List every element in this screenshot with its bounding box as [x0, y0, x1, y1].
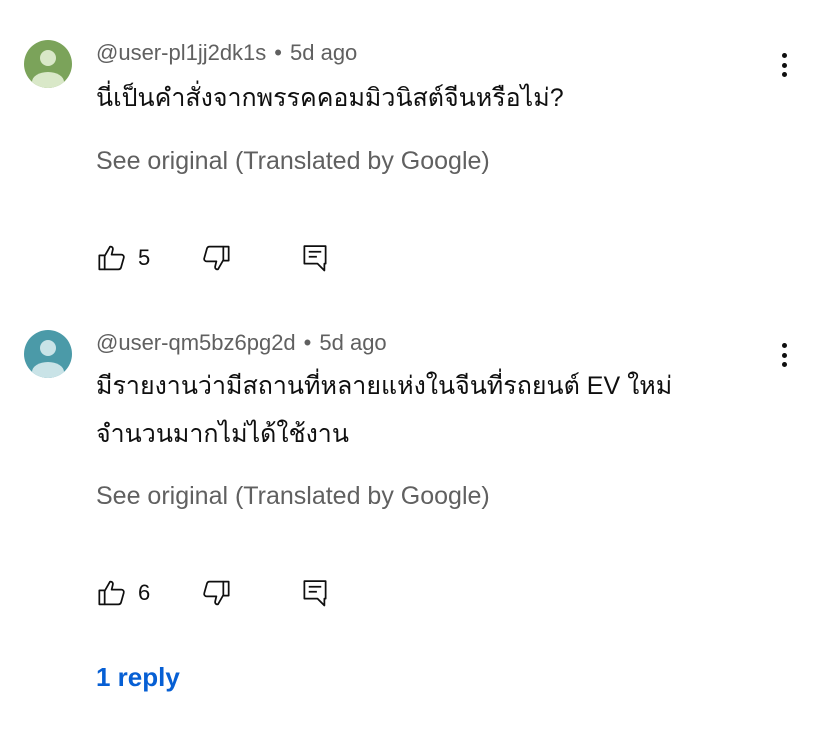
comment-text-line: นี่เป็นคำสั่งจากพรรคคอมมิวนิสต์จีนหรือไม… [96, 84, 564, 112]
see-original-link[interactable]: See original (Translated by Google) [96, 482, 490, 511]
reply-comment-icon [303, 245, 327, 272]
comment-text: นี่เป็นคำสั่งจากพรรคคอมมิวนิสต์จีนหรือไม… [96, 74, 738, 122]
comment-meta: @user-qm5bz6pg2d • 5d ago [96, 330, 387, 356]
thumb-up-icon [98, 580, 125, 606]
comment: @user-qm5bz6pg2d • 5d ago มีรายงานว่ามีสถา… [0, 310, 828, 640]
more-actions-button[interactable] [774, 340, 794, 370]
reply-button[interactable] [300, 577, 330, 609]
comment-meta: @user-pl1jj2dk1s • 5d ago [96, 40, 357, 66]
comment-text-line: จำนวนมากไม่ได้ใช้งาน [96, 420, 349, 448]
thumb-down-icon [203, 245, 230, 271]
view-replies-link[interactable]: 1 reply [96, 662, 180, 693]
author-handle[interactable]: @user-qm5bz6pg2d [96, 330, 296, 355]
author-handle[interactable]: @user-pl1jj2dk1s [96, 40, 266, 65]
avatar[interactable] [24, 330, 72, 378]
see-original-link[interactable]: See original (Translated by Google) [96, 147, 490, 176]
reply-comment-icon [303, 580, 327, 607]
reply-button[interactable] [300, 242, 330, 274]
comment: @user-pl1jj2dk1s • 5d ago นี่เป็นคำสั่งจาก… [0, 0, 828, 310]
thumb-up-icon [98, 245, 125, 271]
comment-actions: 6 [96, 575, 330, 611]
more-actions-button[interactable] [774, 50, 794, 80]
dislike-button[interactable] [200, 577, 232, 609]
thumb-down-icon [203, 580, 230, 606]
comment-time[interactable]: 5d ago [319, 330, 386, 355]
like-button[interactable]: 6 [96, 577, 178, 609]
comment-text: มีรายงานว่ามีสถานที่หลายแห่งในจีนที่รถยน… [96, 362, 738, 458]
more-vert-icon [781, 53, 787, 58]
like-count: 6 [138, 580, 151, 605]
like-count: 5 [138, 245, 151, 270]
meta-separator: • [303, 330, 312, 355]
comment-actions: 5 [96, 240, 330, 276]
meta-separator: • [274, 40, 282, 65]
comment-text-line: มีรายงานว่ามีสถานที่หลายแห่งในจีนที่รถยน… [96, 372, 673, 400]
avatar-icon [24, 330, 72, 378]
like-button[interactable]: 5 [96, 242, 178, 274]
comment-time[interactable]: 5d ago [290, 40, 357, 65]
dislike-button[interactable] [200, 242, 232, 274]
avatar[interactable] [24, 40, 72, 88]
avatar-icon [24, 40, 72, 88]
more-vert-icon [781, 343, 787, 348]
